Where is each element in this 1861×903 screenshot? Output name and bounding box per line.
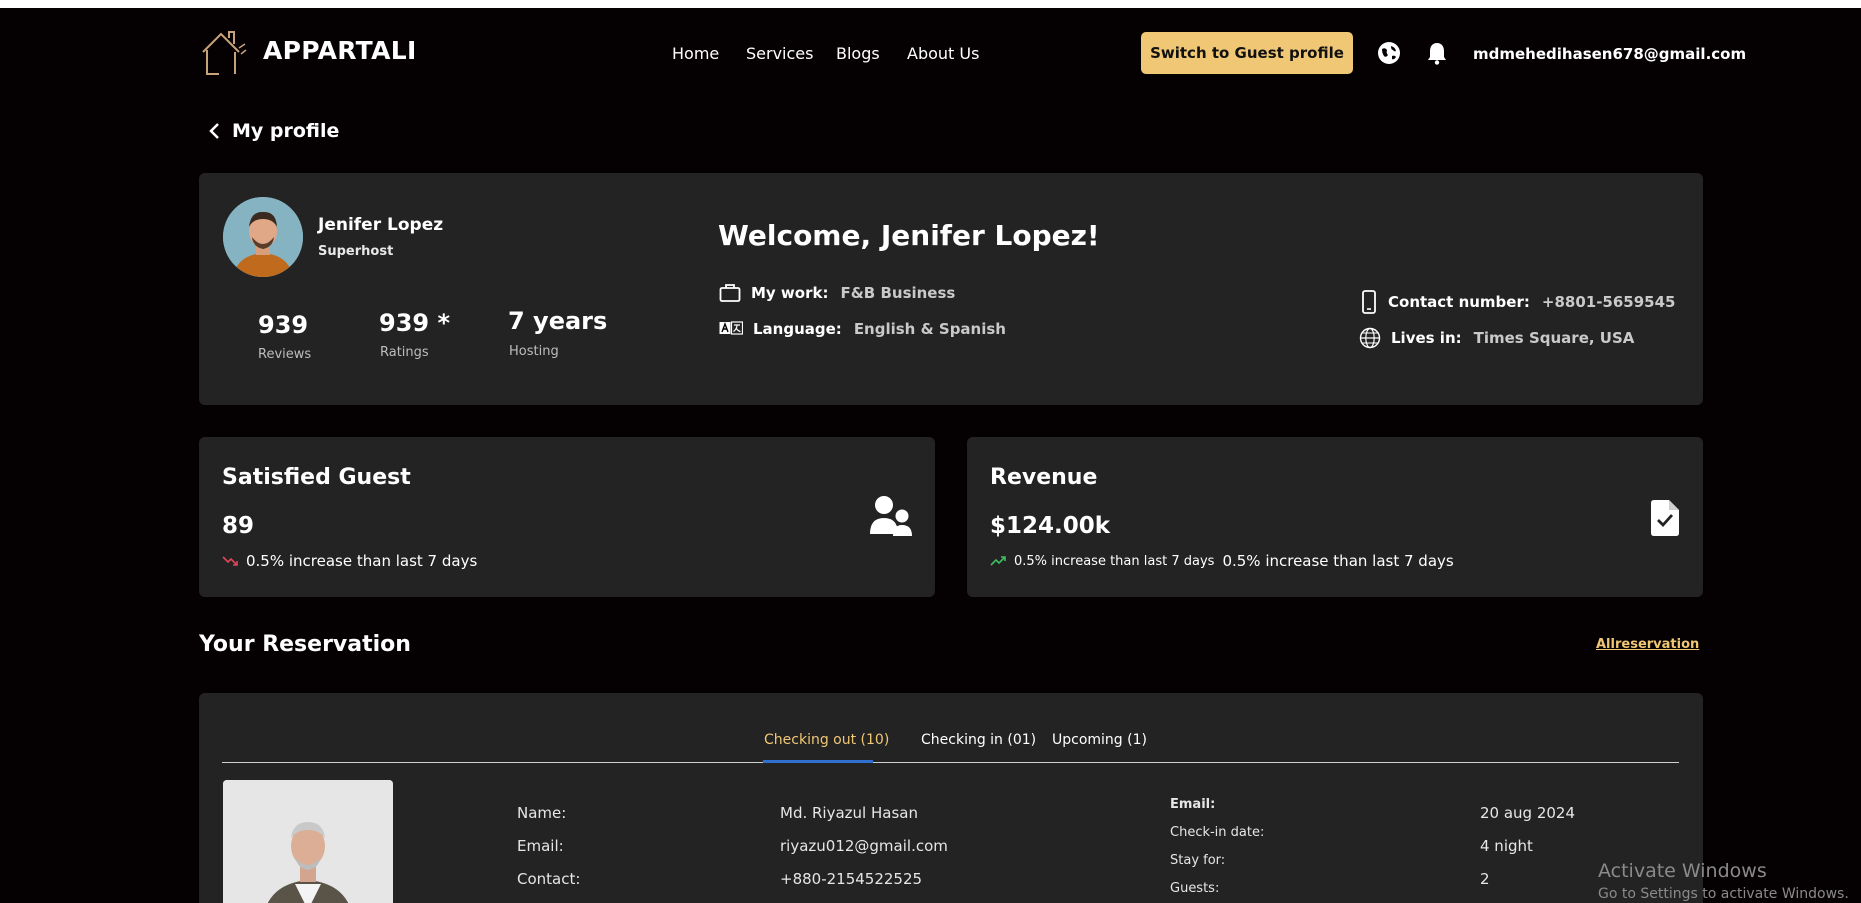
- window-top-strip: [0, 0, 1861, 8]
- work-row: My work: F&B Business: [719, 283, 955, 303]
- res-stay-label: Stay for:: [1170, 853, 1226, 868]
- satisfied-guest-trend: 0.5% increase than last 7 days: [222, 552, 477, 570]
- reservation-card: [199, 693, 1703, 903]
- stat-reviews-label: Reviews: [258, 347, 312, 362]
- nav-about-link[interactable]: About Us: [907, 44, 979, 63]
- translate-icon: [719, 321, 743, 335]
- user-email[interactable]: mdmehedihasen678@gmail.com: [1473, 45, 1746, 63]
- lives-row: Lives in: Times Square, USA: [1359, 327, 1634, 349]
- lives-label: Lives in:: [1391, 329, 1462, 347]
- tab-upcoming[interactable]: Upcoming (1): [1052, 732, 1147, 748]
- contact-label: Contact number:: [1388, 293, 1530, 311]
- welcome-heading: Welcome, Jenifer Lopez!: [718, 219, 1100, 252]
- stat-hosting-value: 7 years: [508, 307, 608, 335]
- nav-services-link[interactable]: Services: [746, 44, 813, 63]
- res-contact-value: +880-2154522525: [780, 870, 923, 888]
- avatar: [223, 197, 303, 277]
- language-label: Language:: [753, 320, 842, 338]
- contact-value: +8801-5659545: [1541, 293, 1676, 311]
- trend-down-icon: [222, 556, 238, 566]
- brand-name[interactable]: APPARTALI: [263, 36, 417, 65]
- stat-reviews-value: 939: [258, 311, 309, 339]
- tabs-divider: [222, 762, 1679, 763]
- users-icon: [870, 496, 912, 536]
- tab-checking-in[interactable]: Checking in (01): [921, 732, 1036, 748]
- lives-value: Times Square, USA: [1473, 329, 1635, 347]
- revenue-trend-text: 0.5% increase than last 7 days: [1222, 552, 1454, 570]
- res-email-value: riyazu012@gmail.com: [780, 837, 948, 855]
- active-tab-indicator: [763, 760, 873, 763]
- satisfied-guest-title: Satisfied Guest: [222, 465, 411, 490]
- tab-checking-out[interactable]: Checking out (10): [764, 732, 889, 748]
- globe-icon[interactable]: [1377, 41, 1401, 65]
- activate-windows-title: Activate Windows: [1598, 860, 1767, 882]
- profile-role: Superhost: [318, 244, 394, 259]
- back-to-profile[interactable]: My profile: [208, 120, 339, 142]
- trend-up-icon: [990, 556, 1006, 566]
- all-reservation-link[interactable]: Allreservation: [1596, 637, 1699, 652]
- stat-ratings-value: 939 *: [379, 309, 451, 337]
- res-right-email-label: Email:: [1170, 797, 1216, 812]
- work-label: My work:: [751, 284, 829, 302]
- back-label: My profile: [232, 120, 340, 142]
- res-guests-label: Guests:: [1170, 881, 1220, 896]
- language-row: Language: English & Spanish: [719, 320, 1006, 338]
- guest-photo: [223, 780, 393, 903]
- briefcase-icon: [719, 284, 741, 302]
- stat-hosting-label: Hosting: [509, 344, 559, 359]
- contact-row: Contact number: +8801-5659545: [1360, 290, 1675, 314]
- nav-blogs-link[interactable]: Blogs: [836, 44, 880, 63]
- activate-windows-subtitle: Go to Settings to activate Windows.: [1598, 886, 1849, 902]
- res-name-label: Name:: [517, 804, 567, 822]
- revenue-trend-small-text: 0.5% increase than last 7 days: [1014, 553, 1215, 569]
- res-email-label: Email:: [517, 837, 564, 855]
- satisfied-guest-card: [199, 437, 935, 597]
- satisfied-guest-value: 89: [222, 513, 255, 539]
- phone-icon: [1362, 290, 1376, 314]
- profile-name: Jenifer Lopez: [318, 215, 444, 235]
- stat-ratings-label: Ratings: [380, 345, 429, 360]
- res-checkin-value: 20 aug 2024: [1480, 804, 1576, 822]
- file-check-icon: [1651, 500, 1679, 536]
- stat-reviews: 939: [258, 311, 309, 339]
- revenue-trend: 0.5% increase than last 7 days 0.5% incr…: [990, 552, 1454, 570]
- res-contact-label: Contact:: [517, 870, 581, 888]
- res-checkin-label: Check-in date:: [1170, 825, 1265, 840]
- res-name-value: Md. Riyazul Hasan: [780, 804, 918, 822]
- language-value: English & Spanish: [853, 320, 1006, 338]
- globe-outline-icon: [1359, 327, 1381, 349]
- res-guests-value: 2: [1480, 870, 1490, 888]
- res-stay-value: 4 night: [1480, 837, 1533, 855]
- switch-guest-profile-button[interactable]: Switch to Guest profile: [1141, 32, 1353, 74]
- nav-home-link[interactable]: Home: [672, 44, 719, 63]
- satisfied-guest-trend-text: 0.5% increase than last 7 days: [246, 552, 478, 570]
- work-value: F&B Business: [840, 284, 956, 302]
- revenue-title: Revenue: [990, 465, 1098, 490]
- house-logo-icon[interactable]: [199, 26, 247, 78]
- revenue-value: $124.00k: [990, 513, 1111, 539]
- reservation-title: Your Reservation: [199, 632, 411, 657]
- bell-icon[interactable]: [1426, 41, 1448, 65]
- chevron-left-icon: [209, 123, 219, 139]
